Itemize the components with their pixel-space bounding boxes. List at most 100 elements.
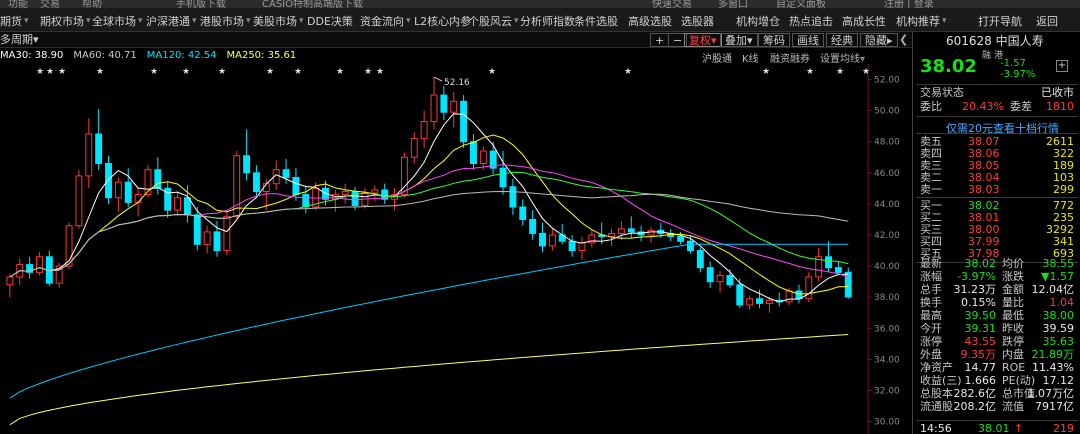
ask-row: 卖一 38.03 299 bbox=[920, 183, 1074, 196]
y-tick-label: 34.00 bbox=[874, 355, 900, 365]
stat-row: 流通股 208.2亿 流值 7917亿 bbox=[920, 400, 1074, 413]
candle-body bbox=[736, 284, 744, 306]
chevron-down-icon: ▾ bbox=[514, 16, 519, 26]
menu-item[interactable]: 高成长性 bbox=[842, 13, 886, 29]
stat-row: 收益(三) 1.666 PE(动) 17.12 bbox=[920, 374, 1074, 387]
candle-body bbox=[223, 215, 231, 252]
y-tick-label: 52.00 bbox=[874, 76, 900, 86]
menu-item[interactable]: 热点追击 bbox=[789, 13, 833, 29]
y-tick-label: 38.00 bbox=[874, 293, 900, 303]
subtab-hgt[interactable]: 沪股通 bbox=[702, 50, 732, 65]
menu-arrow: ▾ bbox=[941, 13, 947, 26]
candle-body bbox=[85, 133, 93, 177]
hide-button[interactable]: 隐藏▸ bbox=[860, 33, 898, 47]
menu-item[interactable]: 打开导航 bbox=[978, 13, 1022, 29]
event-star-icon: ★ bbox=[862, 67, 870, 77]
chart-toolbar: 多周期▾ + − 复权▾ 叠加▾ 筹码 画线 经典 隐藏▸ ❮ bbox=[0, 32, 912, 48]
event-star-icon: ★ bbox=[58, 67, 66, 77]
divider bbox=[916, 116, 1078, 117]
chevron-down-icon: ▾ bbox=[747, 34, 753, 47]
quote-panel: 601628 中国人寿 融 港 38.02 -1.57 -3.97% + 交易状… bbox=[916, 32, 1080, 434]
candle-body bbox=[568, 240, 576, 252]
menu-item[interactable]: 选股器 bbox=[681, 13, 714, 29]
candle-body bbox=[647, 229, 655, 236]
menu-arrow: ▾ bbox=[405, 13, 411, 26]
candle-body bbox=[686, 240, 694, 252]
adjust-button[interactable]: 复权▾ bbox=[684, 33, 722, 47]
stock-code-name: 601628 中国人寿 bbox=[946, 34, 1044, 48]
top-item[interactable]: 快速交易 bbox=[652, 0, 692, 8]
event-star-icon: ★ bbox=[36, 67, 44, 77]
top-item[interactable]: 交易 bbox=[40, 0, 60, 8]
menu-item[interactable]: 沪深港通 bbox=[146, 13, 190, 29]
menu-item[interactable]: 美股市场 bbox=[253, 13, 297, 29]
ma10-line bbox=[9, 134, 849, 295]
chip-button[interactable]: 筹码 bbox=[758, 33, 790, 47]
menu-item[interactable]: 资金流向 bbox=[360, 13, 404, 29]
subtab-ma-settings[interactable]: 设置均线▾ bbox=[820, 50, 865, 65]
menu-item[interactable]: 期货 bbox=[0, 13, 22, 29]
menu-item[interactable]: L2核心内参 bbox=[414, 13, 471, 29]
high-pointer bbox=[433, 76, 443, 82]
menu-item[interactable]: 机构增仓 bbox=[736, 13, 780, 29]
stat-row: 净资产 14.77 ROE 11.43% bbox=[920, 361, 1074, 374]
menu-item[interactable]: 条件选股 bbox=[574, 13, 618, 29]
candle-body bbox=[183, 197, 191, 216]
add-watchlist-button[interactable]: + bbox=[1056, 60, 1068, 72]
top-item[interactable]: 功能 bbox=[8, 0, 28, 8]
high-annotation: 52.16 bbox=[444, 78, 470, 88]
tick-row: 14:56 38.01 ↑ 219 bbox=[916, 420, 1078, 434]
top-item[interactable]: 注册 | 登录 bbox=[884, 0, 934, 8]
candle-body bbox=[469, 141, 477, 164]
candle-body bbox=[529, 218, 537, 234]
candle-body bbox=[805, 276, 813, 300]
weibi-row: 委比 20.43% 委差 1810 bbox=[920, 100, 1074, 113]
candle-body bbox=[371, 189, 379, 194]
period-select[interactable]: 多周期▾ bbox=[0, 33, 39, 47]
top-item[interactable]: 多窗口 bbox=[718, 0, 748, 8]
top-strip: 功能 交易 帮助 手机版下载 CASIO特制高端版下载 快速交易 多窗口 自定义… bbox=[0, 0, 1080, 8]
ma30-line bbox=[9, 171, 849, 278]
candle-body bbox=[450, 100, 458, 113]
classic-button[interactable]: 经典 bbox=[826, 33, 858, 47]
menu-arrow: ▾ bbox=[85, 13, 91, 26]
menu-item[interactable]: 港股市场 bbox=[200, 13, 244, 29]
draw-line-button[interactable]: 画线 bbox=[792, 33, 824, 47]
event-star-icon: ★ bbox=[46, 67, 54, 77]
subtab-kline[interactable]: K线 bbox=[742, 50, 759, 65]
menu-item[interactable]: 高级选股 bbox=[628, 13, 672, 29]
ma250-line bbox=[9, 334, 849, 426]
top-item[interactable]: 手机版下载 bbox=[176, 0, 226, 8]
candle-body bbox=[617, 228, 625, 234]
candle-body bbox=[834, 267, 842, 273]
top-item[interactable]: 帮助 bbox=[82, 0, 102, 8]
candle-body bbox=[193, 214, 201, 245]
chevron-right-icon: ▸ bbox=[887, 34, 893, 47]
menu-item[interactable]: 全球市场 bbox=[92, 13, 136, 29]
kline-chart[interactable]: 52.00 50.00 48.00 46.00 44.00 42.00 40.00 38.00… bbox=[0, 64, 912, 434]
y-tick-label: 44.00 bbox=[874, 200, 900, 210]
top-item[interactable]: 自定义面板 bbox=[776, 0, 826, 8]
menu-item[interactable]: 返回 bbox=[1036, 13, 1058, 29]
collapse-icon[interactable]: ❮ bbox=[899, 33, 908, 47]
menu-item[interactable]: 个股风云 bbox=[468, 13, 512, 29]
candle-body bbox=[243, 155, 251, 174]
candle-body bbox=[696, 250, 704, 269]
candle-body bbox=[134, 194, 142, 203]
menu-item[interactable]: DDE决策 bbox=[307, 13, 353, 29]
event-star-icon: ★ bbox=[96, 67, 104, 77]
menu-item[interactable]: 机构推荐 bbox=[896, 13, 940, 29]
candle-body bbox=[282, 169, 290, 178]
subtab-margin[interactable]: 融资融券 bbox=[770, 50, 810, 65]
candle-body bbox=[124, 181, 132, 203]
candle-body bbox=[430, 94, 438, 123]
stat-row: 最新 38.02 均价 38.55 bbox=[920, 257, 1074, 270]
ma-legend-item: MA250: 35.61 bbox=[226, 50, 297, 61]
candle-body bbox=[233, 155, 241, 217]
top-item[interactable]: CASIO特制高端版下载 bbox=[262, 0, 363, 8]
overlay-button[interactable]: 叠加▾ bbox=[720, 33, 758, 47]
menu-item[interactable]: 分析师指数 bbox=[520, 13, 575, 29]
zoom-in-button[interactable]: + bbox=[650, 33, 670, 47]
chevron-down-icon: ▾ bbox=[246, 16, 251, 26]
menu-item[interactable]: 期权市场 bbox=[40, 13, 84, 29]
